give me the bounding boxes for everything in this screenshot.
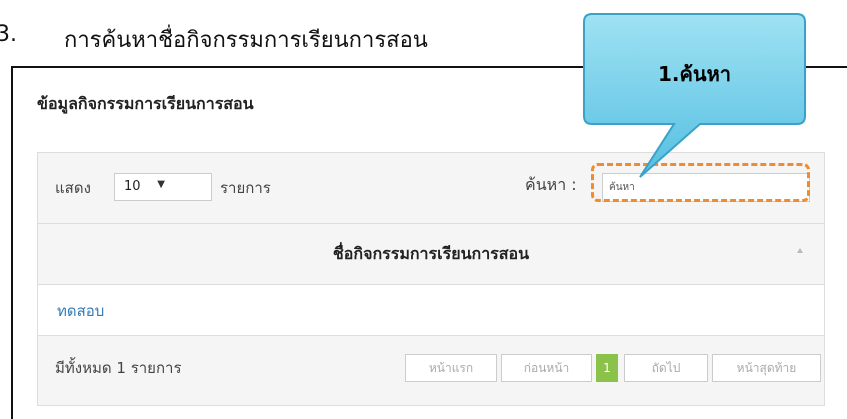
next-page-button[interactable]: ถัดไป bbox=[624, 354, 708, 382]
sort-ascending-icon[interactable] bbox=[797, 248, 803, 253]
search-callout: 1.ค้นหา bbox=[582, 12, 807, 178]
page-size-value: 10 bbox=[124, 179, 141, 194]
tutorial-page: 3. การค้นหาชื่อกิจกรรมการเรียนการสอน ข้อ… bbox=[0, 0, 847, 419]
total-records-text: มีทั้งหมด 1 รายการ bbox=[55, 359, 182, 377]
activity-link[interactable]: ทดสอบ bbox=[57, 299, 104, 323]
activity-name-column-header[interactable]: ชื่อกิจกรรมการเรียนการสอน bbox=[38, 242, 824, 267]
callout-bubble-shape bbox=[583, 13, 806, 178]
records-label: รายการ bbox=[220, 179, 271, 197]
callout-label: 1.ค้นหา bbox=[658, 62, 731, 86]
first-page-button[interactable]: หน้าแรก bbox=[405, 354, 497, 382]
panel-title: ข้อมูลกิจกรรมการเรียนการสอน bbox=[37, 94, 254, 113]
chevron-down-icon: ▼ bbox=[157, 179, 165, 190]
last-page-button[interactable]: หน้าสุดท้าย bbox=[712, 354, 821, 382]
show-label: แสดง bbox=[55, 179, 91, 197]
table-row: ทดสอบ bbox=[38, 285, 824, 336]
current-page-button[interactable]: 1 bbox=[596, 354, 618, 382]
table-header-row: ชื่อกิจกรรมการเรียนการสอน bbox=[38, 224, 824, 285]
previous-page-button[interactable]: ก่อนหน้า bbox=[501, 354, 592, 382]
table-footer: มีทั้งหมด 1 รายการ หน้าแรก ก่อนหน้า 1 ถั… bbox=[38, 336, 824, 405]
section-title: การค้นหาชื่อกิจกรรมการเรียนการสอน bbox=[64, 28, 428, 53]
data-table-panel: แสดง 10 ▼ รายการ ค้นหา : ชื่อกิจกรรมการเ… bbox=[37, 152, 825, 406]
search-label: ค้นหา : bbox=[525, 175, 577, 194]
section-number: 3. bbox=[0, 22, 17, 47]
page-size-select[interactable]: 10 ▼ bbox=[114, 173, 212, 201]
